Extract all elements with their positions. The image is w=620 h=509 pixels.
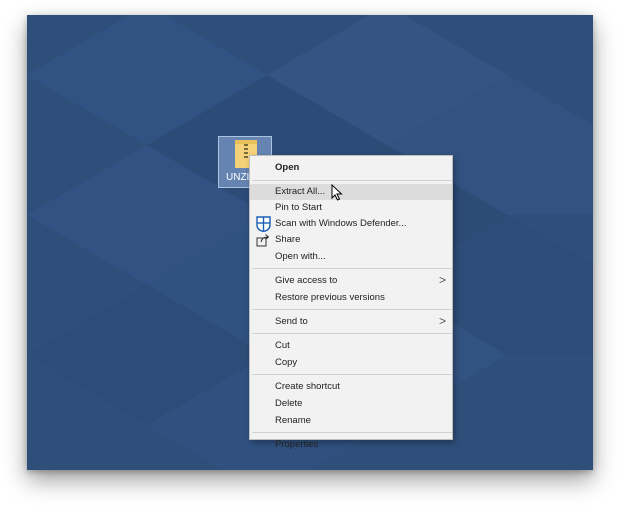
desktop[interactable]: UNZIP Open Extract All... Pin to Start S… bbox=[27, 15, 593, 470]
menu-item-open[interactable]: Open bbox=[250, 159, 452, 177]
menu-separator bbox=[252, 374, 452, 375]
menu-item-scan-defender[interactable]: Scan with Windows Defender... bbox=[250, 216, 452, 232]
context-menu: Open Extract All... Pin to Start Scan wi… bbox=[249, 155, 453, 450]
menu-item-share-label: Share bbox=[275, 234, 301, 245]
menu-item-create-shortcut[interactable]: Create shortcut bbox=[250, 378, 452, 395]
menu-separator bbox=[252, 333, 452, 334]
menu-item-share[interactable]: Share bbox=[250, 232, 452, 248]
menu-item-send-to-label: Send to bbox=[275, 316, 308, 327]
menu-item-scan-defender-label: Scan with Windows Defender... bbox=[275, 218, 407, 229]
menu-item-give-access[interactable]: Give access to > bbox=[250, 272, 452, 289]
menu-separator bbox=[252, 180, 452, 181]
share-icon bbox=[256, 234, 270, 247]
submenu-arrow-icon: > bbox=[438, 314, 446, 328]
menu-item-send-to[interactable]: Send to > bbox=[250, 313, 452, 330]
menu-item-restore-versions[interactable]: Restore previous versions bbox=[250, 289, 452, 306]
submenu-arrow-icon: > bbox=[438, 273, 446, 287]
menu-item-give-access-label: Give access to bbox=[275, 275, 338, 286]
mouse-cursor-icon bbox=[331, 184, 343, 201]
menu-item-rename[interactable]: Rename bbox=[250, 412, 452, 429]
menu-item-properties[interactable]: Properties bbox=[250, 436, 452, 453]
menu-item-delete[interactable]: Delete bbox=[250, 395, 452, 412]
windows-defender-icon bbox=[256, 216, 271, 232]
menu-separator bbox=[252, 268, 452, 269]
menu-separator bbox=[252, 432, 452, 433]
menu-separator bbox=[252, 309, 452, 310]
menu-item-extract-all[interactable]: Extract All... bbox=[250, 184, 452, 200]
menu-item-copy[interactable]: Copy bbox=[250, 354, 452, 371]
menu-item-cut[interactable]: Cut bbox=[250, 337, 452, 354]
menu-item-open-with[interactable]: Open with... bbox=[250, 248, 452, 265]
menu-item-pin-to-start[interactable]: Pin to Start bbox=[250, 200, 452, 216]
